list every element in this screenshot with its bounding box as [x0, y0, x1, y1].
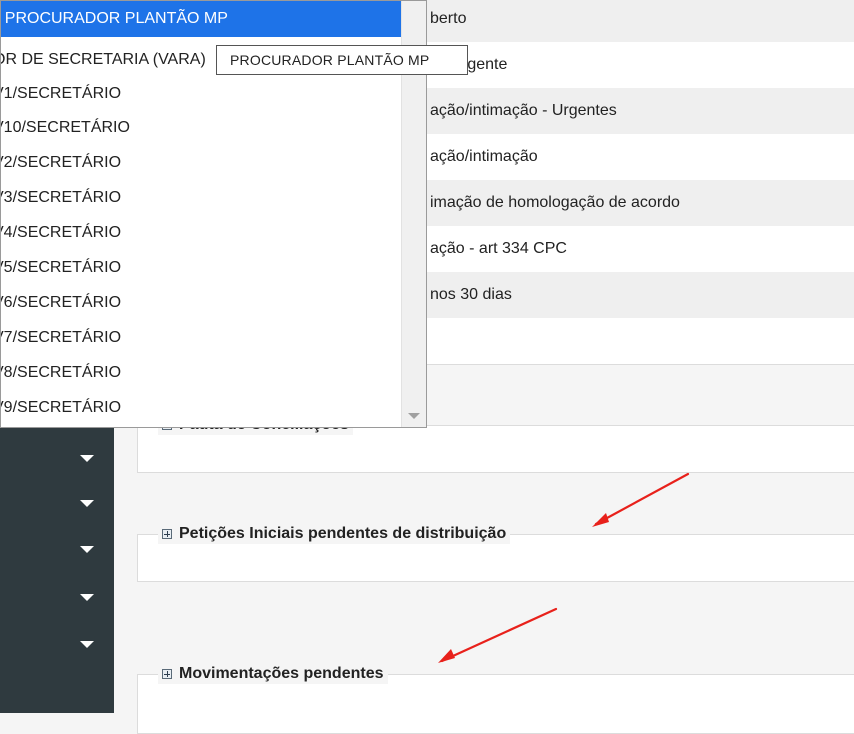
dropdown-option[interactable]: V4/SECRETÁRIO — [0, 216, 403, 250]
option-label: V9/SECRETÁRIO — [0, 399, 122, 416]
tooltip: PROCURADOR PLANTÃO MP — [216, 45, 468, 75]
option-label: V8/SECRETÁRIO — [0, 364, 122, 381]
dropdown-option[interactable]: V8/SECRETÁRIO — [0, 356, 403, 390]
dropdown-option[interactable]: V5/SECRETÁRIO — [0, 251, 403, 285]
option-label: - PROCURADOR PLANTÃO MP — [0, 10, 228, 27]
option-label: V5/SECRETÁRIO — [0, 259, 122, 276]
section-conciliacoes: Pauta de Conciliações — [137, 415, 854, 473]
list-item-label: imação de homologação de acordo — [430, 194, 680, 211]
chevron-down-icon[interactable] — [80, 500, 94, 507]
section-movimentacoes: Movimentações pendentes — [137, 664, 854, 734]
expand-icon[interactable] — [162, 529, 172, 539]
list-item-label: berto — [430, 10, 467, 27]
list-item-label: nos 30 dias — [430, 286, 512, 303]
option-label: V4/SECRETÁRIO — [0, 224, 122, 241]
section-title: Movimentações pendentes — [179, 665, 384, 682]
dropdown-option-selected[interactable]: - PROCURADOR PLANTÃO MP — [0, 1, 405, 37]
list-item-label: ação - art 334 CPC — [430, 240, 567, 257]
section-header[interactable]: Petições Iniciais pendentes de distribui… — [158, 524, 511, 544]
option-label: V1/SECRETÁRIO — [0, 85, 122, 102]
chevron-down-icon[interactable] — [80, 594, 94, 601]
section-peticoes: Petições Iniciais pendentes de distribui… — [137, 524, 854, 582]
dropdown-option[interactable]: V2/SECRETÁRIO — [0, 146, 403, 180]
section-title: Petições Iniciais pendentes de distribui… — [179, 525, 507, 542]
chevron-down-icon[interactable] — [80, 455, 94, 462]
dropdown-option[interactable]: V9/SECRETÁRIO — [0, 391, 403, 425]
dropdown-option[interactable]: V7/SECRETÁRIO — [0, 321, 403, 355]
section-header[interactable]: Movimentações pendentes — [158, 664, 388, 684]
list-item-label: ação/intimação — [430, 148, 538, 165]
dropdown-option[interactable]: V1/SECRETÁRIO — [0, 77, 403, 111]
option-label: OR DE SECRETARIA (VARA) — [0, 51, 206, 68]
option-label: V7/SECRETÁRIO — [0, 329, 122, 346]
chevron-down-icon[interactable] — [80, 546, 94, 553]
option-label: V3/SECRETÁRIO — [0, 189, 122, 206]
option-label: V6/SECRETÁRIO — [0, 294, 122, 311]
dropdown-option[interactable]: V3/SECRETÁRIO — [0, 181, 403, 215]
tooltip-text: PROCURADOR PLANTÃO MP — [230, 52, 430, 68]
option-label: V2/SECRETÁRIO — [0, 154, 122, 171]
dropdown-option[interactable]: V10/SECRETÁRIO — [0, 111, 403, 145]
chevron-down-icon[interactable] — [80, 641, 94, 648]
scroll-down-icon[interactable] — [408, 413, 420, 419]
list-item-label: ação/intimação - Urgentes — [430, 102, 617, 119]
dropdown-option[interactable]: V6/SECRETÁRIO — [0, 286, 403, 320]
option-label: V10/SECRETÁRIO — [0, 119, 130, 136]
expand-icon[interactable] — [162, 669, 172, 679]
